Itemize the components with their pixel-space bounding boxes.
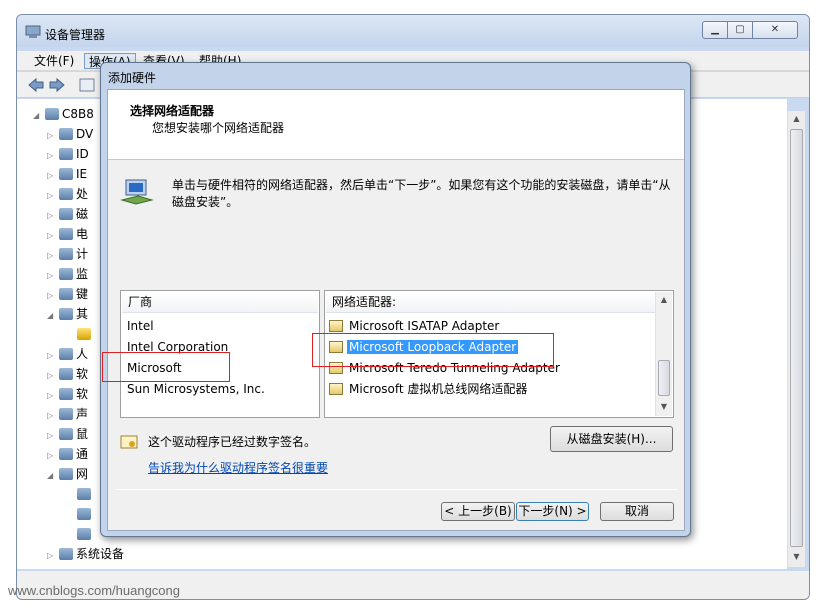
close-button[interactable]: ✕ (752, 21, 798, 39)
adapter-list-scrollbar[interactable]: ▲ ▼ (655, 292, 672, 416)
tree-row[interactable]: ▷ 软 (47, 365, 88, 383)
signed-driver-icon (120, 435, 138, 449)
main-window-title: 设备管理器 (45, 28, 106, 42)
cancel-button[interactable]: 取消 (600, 502, 674, 521)
tree-row[interactable]: ▷ ID (47, 145, 89, 163)
tree-row[interactable]: ▷ 通 (47, 445, 88, 463)
tree-row[interactable]: ▷ 监 (47, 265, 88, 283)
list-item-manufacturer[interactable]: Sun Microsystems, Inc. (127, 380, 265, 398)
signed-driver-icon (329, 383, 343, 395)
tree-row[interactable] (75, 485, 94, 503)
vertical-scrollbar[interactable]: ▲ ▼ (787, 111, 805, 567)
properties-icon[interactable] (79, 78, 95, 92)
tree-row[interactable]: ▷ 处 (47, 185, 88, 203)
tree-row[interactable]: ▷ 计 (47, 245, 88, 263)
network-adapter-icon (120, 179, 154, 205)
processor-icon (59, 188, 73, 200)
dialog-title: 添加硬件 (108, 71, 157, 85)
network-adapter-icon (77, 508, 91, 520)
system-device-icon (59, 548, 73, 560)
tree-row[interactable]: ▷ 软 (47, 385, 88, 403)
tree-row[interactable]: ▷ 键 (47, 285, 88, 303)
signed-driver-icon (329, 320, 343, 332)
battery-icon (59, 228, 73, 240)
menu-file[interactable]: 文件(F) (30, 53, 78, 69)
device-manager-icon (25, 25, 41, 38)
have-disk-button[interactable]: 从磁盘安装(H)... (550, 426, 673, 452)
other-devices-icon (59, 308, 73, 320)
tree-row[interactable] (75, 505, 94, 523)
dvd-drive-icon (59, 128, 73, 140)
instruction-text: 单击与硬件相符的网络适配器，然后单击“下一步”。如果您有这个功能的安装磁盘，请单… (172, 178, 671, 209)
tree-row[interactable]: ▷ 电 (47, 225, 88, 243)
mouse-icon (59, 428, 73, 440)
tree-row[interactable]: ◢ 网 (47, 465, 88, 483)
adapter-column-header: 网络适配器: (326, 292, 656, 313)
scroll-down-icon[interactable]: ▼ (656, 399, 672, 415)
tree-row[interactable] (75, 525, 94, 543)
tree-row-computer[interactable]: ◢ C8B8 (33, 105, 94, 123)
computer-icon (45, 108, 59, 120)
tree-row[interactable]: ▷ 声 (47, 405, 88, 423)
back-arrow-icon[interactable] (27, 77, 45, 93)
ieee-controller-icon (59, 168, 73, 180)
scroll-up-icon[interactable]: ▲ (788, 111, 805, 127)
tree-row[interactable]: ▷ 鼠 (47, 425, 88, 443)
scroll-up-icon[interactable]: ▲ (656, 292, 672, 308)
page-title: 选择网络适配器 (130, 104, 215, 118)
add-hardware-dialog: 添加硬件 选择网络适配器 您想安装哪个网络适配器 单击与硬件相符的网络适配器，然… (100, 62, 691, 537)
software-device-icon (59, 388, 73, 400)
highlight-box-adapter (312, 333, 554, 367)
manufacturer-column-header: 厂商 (122, 292, 318, 313)
monitor-icon (59, 268, 73, 280)
scroll-down-icon[interactable]: ▼ (788, 549, 805, 565)
main-titlebar[interactable]: 设备管理器 ▁ ▢ ✕ (17, 15, 809, 47)
ide-controller-icon (59, 148, 73, 160)
next-button[interactable]: 下一步(N) > (516, 502, 589, 521)
network-icon (59, 468, 73, 480)
tree-row-system-devices[interactable]: ▷ 系统设备 (47, 545, 124, 563)
separator (116, 489, 678, 490)
tree-row[interactable]: ◢ 其 (47, 305, 88, 323)
network-adapter-icon (77, 528, 91, 540)
forward-arrow-icon[interactable] (48, 77, 66, 93)
tree-row[interactable]: ▷ 磁 (47, 205, 88, 223)
hid-icon (59, 348, 73, 360)
tree-row[interactable]: ▷ IE (47, 165, 87, 183)
minimize-button[interactable]: ▁ (702, 21, 728, 39)
network-adapter-icon (77, 488, 91, 500)
tree-row[interactable] (75, 325, 94, 343)
maximize-button[interactable]: ▢ (727, 21, 753, 39)
warning-device-icon (77, 328, 91, 340)
wizard-header: 选择网络适配器 您想安装哪个网络适配器 (108, 90, 684, 160)
driver-signing-link[interactable]: 告诉我为什么驱动程序签名很重要 (148, 459, 328, 476)
back-button[interactable]: < 上一步(B) (441, 502, 515, 521)
computer-icon (59, 248, 73, 260)
page-subtitle: 您想安装哪个网络适配器 (152, 121, 285, 135)
signed-driver-text: 这个驱动程序已经过数字签名。 (148, 435, 317, 449)
tree-row[interactable]: ▷ 人 (47, 345, 88, 363)
list-item-manufacturer[interactable]: Intel (127, 317, 154, 335)
disk-drive-icon (59, 208, 73, 220)
speaker-icon (59, 408, 73, 420)
highlight-box-manufacturer (102, 352, 230, 382)
tree-row[interactable]: ▷ DV (47, 125, 93, 143)
software-device-icon (59, 368, 73, 380)
usb-icon (59, 448, 73, 460)
scroll-thumb[interactable] (658, 360, 670, 396)
list-item-adapter[interactable]: Microsoft 虚拟机总线网络适配器 (329, 380, 529, 398)
dialog-body: 选择网络适配器 您想安装哪个网络适配器 单击与硬件相符的网络适配器，然后单击“下… (102, 89, 685, 531)
scroll-thumb[interactable] (790, 129, 803, 547)
keyboard-icon (59, 288, 73, 300)
watermark: www.cnblogs.com/huangcong (8, 583, 180, 598)
